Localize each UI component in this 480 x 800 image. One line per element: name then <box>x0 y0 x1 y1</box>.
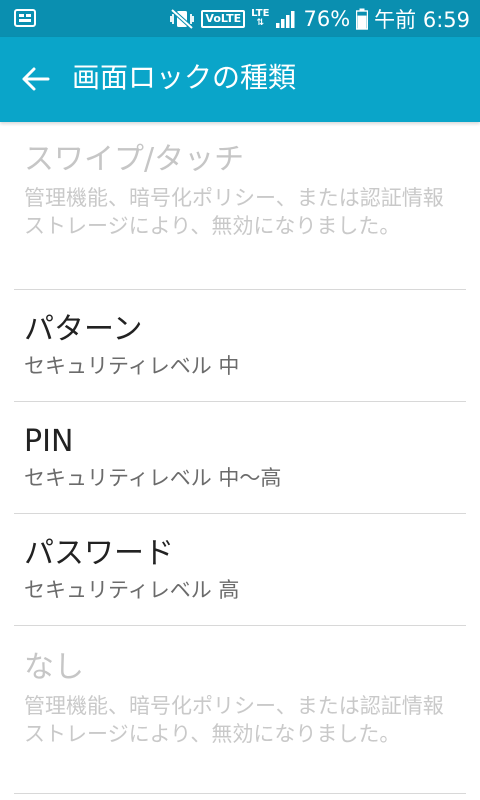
volte-badge: VoLTE <box>201 9 246 28</box>
item-title: PIN <box>24 424 74 459</box>
item-subtitle: セキュリティレベル 中～高 <box>24 466 282 490</box>
battery-percent: 76% <box>303 6 351 31</box>
item-title: スワイプ/タッチ <box>24 142 245 177</box>
notification-badge-icon <box>14 8 36 28</box>
divider <box>14 793 466 794</box>
page-title: 画面ロックの種類 <box>72 61 297 94</box>
item-title: なし <box>24 650 84 685</box>
clock: 午前 6:59 <box>374 7 470 32</box>
item-subtitle: 管理機能、暗号化ポリシー、または認証情報ストレージにより、無効になりました。 <box>24 694 444 746</box>
list-item-password[interactable]: パスワード セキュリティレベル 高 <box>0 514 480 626</box>
item-title: パスワード <box>24 536 174 571</box>
lock-type-list: スワイプ/タッチ 管理機能、暗号化ポリシー、または認証情報ストレージにより、無効… <box>0 122 480 794</box>
app-bar: 画面ロックの種類 <box>0 37 480 122</box>
item-subtitle: 管理機能、暗号化ポリシー、または認証情報ストレージにより、無効になりました。 <box>24 186 444 238</box>
data-arrows-icon: ⇅ <box>256 18 265 28</box>
list-item-swipe[interactable]: スワイプ/タッチ 管理機能、暗号化ポリシー、または認証情報ストレージにより、無効… <box>0 122 480 290</box>
battery-icon <box>356 8 369 30</box>
status-bar: VoLTE LTE ⇅ 76% 午前 6:59 <box>0 0 480 37</box>
back-arrow-icon[interactable] <box>20 63 52 95</box>
signal-bars-icon <box>275 9 297 29</box>
item-subtitle: セキュリティレベル 中 <box>24 354 240 378</box>
item-title: パターン <box>24 312 143 347</box>
item-subtitle: セキュリティレベル 高 <box>24 578 240 602</box>
lte-indicator: LTE ⇅ <box>251 9 269 28</box>
list-item-none[interactable]: なし 管理機能、暗号化ポリシー、または認証情報ストレージにより、無効になりました… <box>0 626 480 794</box>
list-item-pattern[interactable]: パターン セキュリティレベル 中 <box>0 290 480 402</box>
status-icons: VoLTE LTE ⇅ 76% 午前 6:59 <box>169 0 470 37</box>
list-item-pin[interactable]: PIN セキュリティレベル 中～高 <box>0 402 480 514</box>
vibrate-mute-icon <box>169 8 195 30</box>
